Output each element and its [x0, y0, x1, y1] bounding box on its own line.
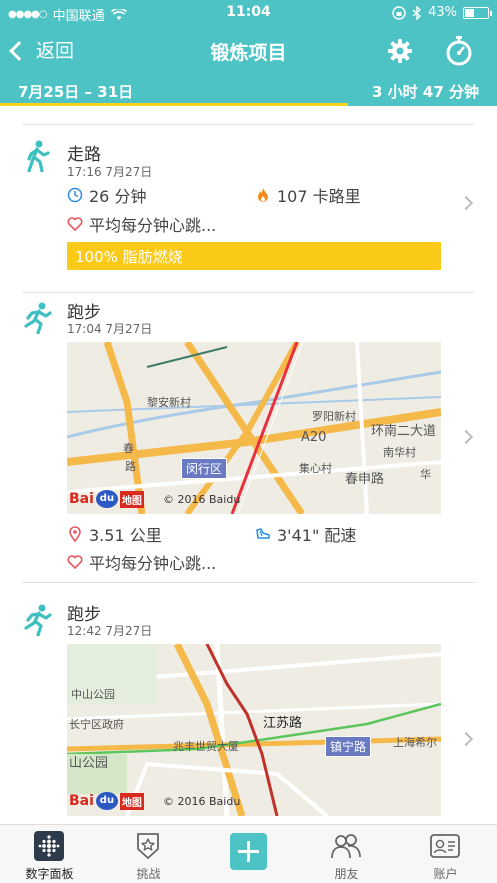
tab-dashboard[interactable]: 数字面板: [0, 825, 99, 883]
map-label: 长宁区政府: [69, 718, 124, 731]
map-label: 江苏路: [263, 716, 303, 731]
map-label: 春: [123, 442, 134, 455]
map-label: 春申路: [345, 472, 385, 487]
chevron-right-icon: [458, 195, 474, 211]
divider: [22, 292, 475, 293]
chevron-right-icon: [458, 731, 474, 747]
map-label: 路: [125, 460, 136, 473]
tab-label: 数字面板: [25, 867, 74, 881]
tab-label: 朋友: [334, 867, 359, 881]
status-bar: ●●●●○ 中国联通 11:04 43%: [0, 0, 497, 26]
map-label: A20: [301, 430, 327, 445]
friends-icon: [331, 834, 361, 859]
running-icon: [24, 604, 52, 636]
map-label: 兆丰世贸大厦: [173, 740, 239, 753]
activity-item-run[interactable]: 跑步 17:04 7月27日 黎安新村 罗阳新村 A20 环南二大道 集心村 春…: [0, 294, 497, 584]
baidu-logo-text: Bai: [69, 491, 94, 507]
activity-time: 17:16 7月27日: [67, 165, 153, 179]
distance-stat: 3.51 公里: [67, 522, 162, 546]
map-label: 上海希尔: [393, 736, 437, 749]
baidu-map-label: 地图: [119, 792, 144, 810]
calories-stat: 107 卡路里: [255, 183, 361, 207]
walking-icon: [27, 140, 50, 172]
heart-rate-stat: 平均每分钟心跳...: [67, 212, 216, 236]
location-pin-icon: [69, 526, 81, 542]
challenge-icon: [137, 833, 159, 859]
heart-rate-value: 平均每分钟心跳...: [89, 554, 217, 573]
map-label: 山公园: [69, 756, 109, 771]
rotation-lock-icon: [392, 5, 406, 20]
chevron-right-icon: [458, 429, 474, 445]
fat-burn-bar: 100% 脂肪燃烧: [67, 242, 441, 270]
distance-value: 3.51 公里: [89, 526, 162, 545]
map-district-badge: 闵行区: [181, 458, 228, 479]
route-map[interactable]: 黎安新村 罗阳新村 A20 环南二大道 集心村 春申路 南华村 华 春 路 闵行…: [67, 342, 441, 514]
tab-friends[interactable]: 朋友: [297, 825, 396, 883]
page-title: 锻炼项目: [210, 42, 287, 64]
divider: [22, 582, 475, 583]
map-label: 环南二大道: [371, 424, 437, 439]
baidu-paw-icon: du: [95, 792, 118, 810]
duration-stat: 26 分钟: [67, 183, 146, 207]
divider: [22, 124, 475, 125]
activity-title: 走路: [67, 145, 101, 165]
gear-icon[interactable]: [387, 38, 413, 64]
clock-icon: [67, 187, 83, 203]
route-map[interactable]: 中山公园 长宁区政府 江苏路 兆丰世贸大厦 山公园 上海希尔 镇宁路 Bai du…: [67, 644, 441, 816]
map-label: 集心村: [299, 462, 332, 475]
calories-value: 107 卡路里: [277, 187, 361, 206]
duration-value: 26 分钟: [89, 187, 147, 206]
activity-time: 17:04 7月27日: [67, 322, 153, 336]
map-district-badge: 镇宁路: [325, 736, 372, 757]
heart-rate-stat: 平均每分钟心跳...: [67, 550, 216, 574]
heart-icon: [67, 217, 83, 232]
baidu-paw-icon: du: [95, 490, 118, 508]
map-label: 华: [420, 468, 431, 481]
flame-icon: [258, 188, 268, 202]
dashboard-icon: [34, 831, 64, 861]
tab-challenges[interactable]: 挑战: [99, 825, 198, 883]
map-copyright: © 2016 Baidu: [163, 795, 241, 808]
activity-item-walk[interactable]: 走路 17:16 7月27日 26 分钟 107 卡路里 平均每分钟心跳... …: [0, 126, 497, 296]
activity-item-run[interactable]: 跑步 12:42 7月27日 中山公园 长宁区政府 江苏路 兆丰世贸大厦 山公园…: [0, 596, 497, 824]
account-icon: [430, 834, 460, 858]
map-label: 中山公园: [71, 688, 115, 701]
map-label: 黎安新村: [147, 396, 191, 409]
pace-value: 3'41" 配速: [277, 526, 357, 545]
running-icon: [24, 302, 52, 334]
tab-bar: 数字面板 挑战 朋友 账户: [0, 824, 497, 883]
baidu-map-label: 地图: [119, 490, 144, 508]
baidu-logo: Bai du 地图: [69, 792, 144, 810]
bluetooth-icon: [412, 5, 422, 20]
week-total-duration: 3 小时 47 分钟: [372, 83, 479, 101]
shoe-icon: [256, 528, 270, 539]
heart-rate-value: 平均每分钟心跳...: [89, 216, 217, 235]
map-copyright: © 2016 Baidu: [163, 493, 241, 506]
heart-icon: [67, 555, 83, 570]
activity-time: 12:42 7月27日: [67, 624, 153, 638]
map-label: 南华村: [383, 446, 416, 459]
nav-bar: 返回 锻炼项目: [0, 26, 497, 78]
baidu-logo-text: Bai: [69, 793, 94, 809]
add-button[interactable]: [230, 833, 267, 870]
baidu-logo: Bai du 地图: [69, 490, 144, 508]
battery-icon: [463, 6, 492, 19]
stopwatch-icon[interactable]: [445, 36, 473, 66]
battery-percent: 43%: [428, 5, 457, 20]
week-range: 7月25日 – 31日: [18, 83, 134, 101]
pace-stat: 3'41" 配速: [255, 522, 356, 546]
tab-account[interactable]: 账户: [396, 825, 495, 883]
tab-label: 账户: [433, 867, 458, 881]
map-label: 罗阳新村: [312, 410, 356, 423]
week-summary-bar: 7月25日 – 31日 3 小时 47 分钟: [0, 78, 497, 106]
tab-label: 挑战: [136, 867, 161, 881]
activity-list[interactable]: 走路 17:16 7月27日 26 分钟 107 卡路里 平均每分钟心跳... …: [0, 106, 497, 824]
